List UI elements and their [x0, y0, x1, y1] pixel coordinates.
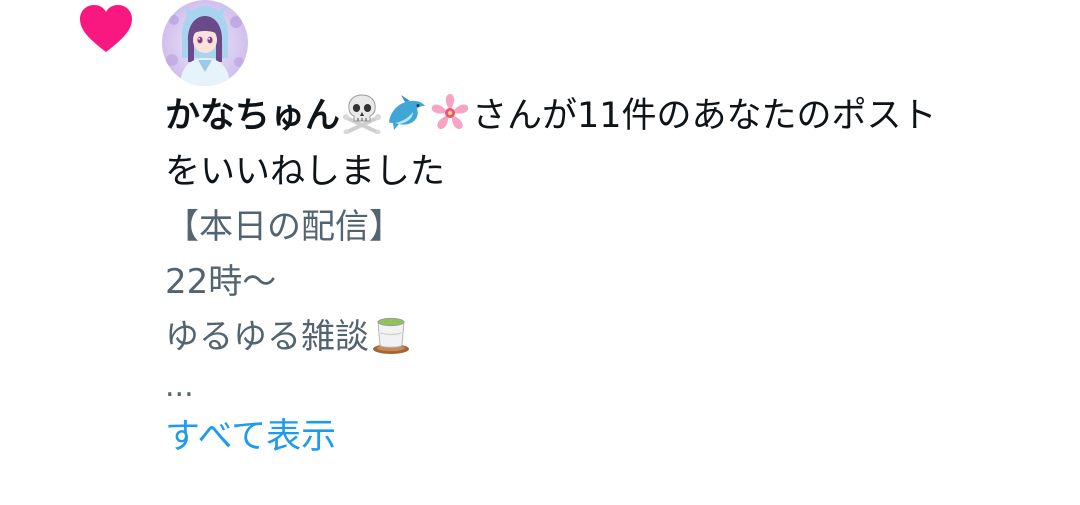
headline-text-line1: さんが11件のあなたのポスト — [472, 96, 937, 136]
headline-text-line2: をいいねしました — [165, 152, 446, 192]
post-preview-line3: ゆるゆる雑談 — [165, 317, 369, 357]
heart-icon — [80, 5, 132, 52]
notification-headline: かなちゅん さんが11件のあなたのポスト をいいねしました — [165, 88, 1045, 200]
like-notification[interactable]: かなちゅん さんが11件のあなたのポスト をいいねしました 【本日の配信】 22… — [0, 0, 1080, 505]
green-tea-emoji — [373, 317, 409, 354]
show-all-link[interactable]: すべて表示 — [165, 409, 336, 465]
cherry-blossom-emoji — [431, 94, 469, 130]
post-preview-line2: 22時〜 — [165, 262, 277, 302]
dolphin-emoji — [389, 95, 426, 130]
notification-content: かなちゅん さんが11件のあなたのポスト をいいねしました 【本日の配信】 22… — [165, 88, 1045, 465]
post-preview[interactable]: 【本日の配信】 22時〜 ゆるゆる雑談 ... — [165, 200, 1045, 409]
user-avatar[interactable] — [162, 0, 248, 86]
avatar-illustration — [162, 0, 248, 86]
post-preview-line1: 【本日の配信】 — [165, 207, 403, 247]
post-preview-line3-wrap: ゆるゆる雑談 — [165, 310, 1045, 365]
skull-crossbones-emoji — [343, 94, 382, 134]
actor-display-name[interactable]: かなちゅん — [165, 96, 340, 136]
post-preview-ellipsis: ... — [165, 369, 194, 404]
